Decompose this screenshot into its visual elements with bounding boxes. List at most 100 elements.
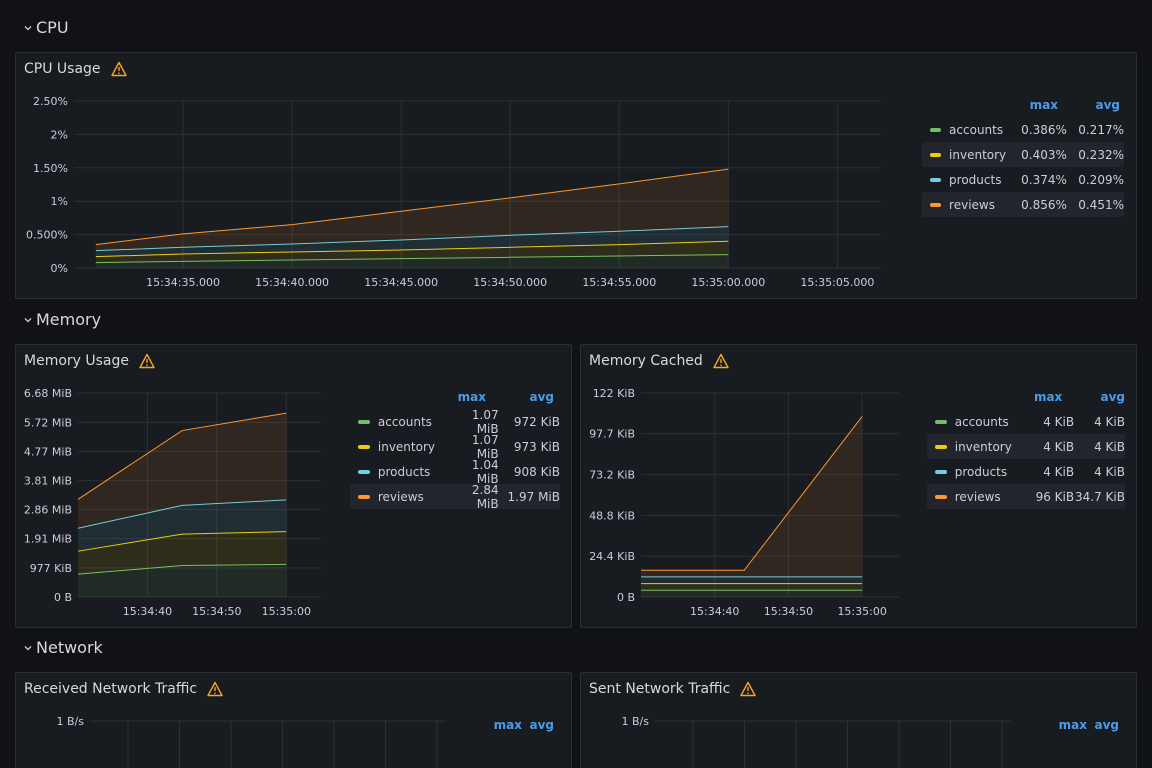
series-swatch xyxy=(930,152,942,157)
series-area-accounts xyxy=(641,590,863,597)
row-title-memory: Memory xyxy=(36,310,102,329)
legend-series-name: products xyxy=(949,172,1002,187)
y-tick-label: 73.2 KiB xyxy=(589,469,635,482)
y-tick-label: 1 B/s xyxy=(57,715,85,728)
legend-header-max[interactable]: max xyxy=(1000,390,1062,404)
series-swatch xyxy=(358,444,370,449)
series-swatch xyxy=(935,469,947,474)
chevron-down-icon xyxy=(24,317,32,322)
legend-header-avg[interactable]: avg xyxy=(486,390,554,404)
y-tick-label: 4.77 MiB xyxy=(24,445,72,458)
cpu-usage-chart[interactable]: 0% 0.500% 1% 1.50% 2% 2.50% 15:34:35.000 15:34:… xyxy=(16,53,916,299)
chevron-down-icon xyxy=(24,645,32,650)
series-swatch xyxy=(930,127,942,132)
y-tick-label: 5.72 MiB xyxy=(24,416,72,429)
y-tick-label: 1.91 MiB xyxy=(24,533,72,546)
x-tick-label: 15:35:05.000 xyxy=(800,276,874,289)
legend-series-name: accounts xyxy=(377,414,432,429)
row-toggle-network[interactable]: Network xyxy=(24,638,103,657)
x-tick-label: 15:34:55.000 xyxy=(582,276,656,289)
y-tick-label: 48.8 KiB xyxy=(589,509,635,522)
legend-header-avg[interactable]: avg xyxy=(522,718,554,732)
received-network-legend: max avg xyxy=(490,713,560,737)
x-tick-label: 15:34:50 xyxy=(192,605,241,618)
legend-item-reviews[interactable]: reviews 2.84 MiB 1.97 MiB xyxy=(350,483,560,511)
cpu-legend: max avg accounts 0.386% 0.217% inventory 0.4… xyxy=(922,93,1124,217)
legend-item-accounts[interactable]: accounts 4 KiB 4 KiB xyxy=(927,409,1125,434)
x-tick-label: 15:34:35.000 xyxy=(146,276,220,289)
y-tick-label: 0.500% xyxy=(26,229,68,242)
legend-avg: 0.232% xyxy=(1078,147,1124,162)
panel-memory-cached: Memory Cached 0 B 24.4 KiB 48.8 KiB 73.2 Ki… xyxy=(580,344,1137,628)
received-network-chart[interactable]: 1 B/s xyxy=(16,673,456,768)
series-swatch xyxy=(935,419,947,424)
y-tick-label: 0 B xyxy=(54,591,72,604)
legend-max: 4 KiB xyxy=(1043,439,1075,454)
legend-item-products[interactable]: products 0.374% 0.209% xyxy=(922,167,1124,192)
series-swatch xyxy=(358,419,370,424)
row-toggle-cpu[interactable]: CPU xyxy=(24,18,69,37)
x-tick-label: 15:34:40.000 xyxy=(255,276,329,289)
x-tick-label: 15:34:50 xyxy=(764,605,813,618)
y-tick-label: 2% xyxy=(51,128,68,141)
y-tick-label: 3.81 MiB xyxy=(24,475,72,488)
legend-item-products[interactable]: products 4 KiB 4 KiB xyxy=(927,459,1125,484)
legend-item-reviews[interactable]: reviews 0.856% 0.451% xyxy=(922,192,1124,217)
legend-series-name: inventory xyxy=(954,439,1012,454)
legend-avg: 4 KiB xyxy=(1094,414,1125,429)
memory-cached-chart[interactable]: 0 B 24.4 KiB 48.8 KiB 73.2 KiB 97.7 KiB 122 K… xyxy=(581,345,916,628)
x-tick-label: 15:34:45.000 xyxy=(364,276,438,289)
legend-header-max[interactable]: max xyxy=(490,718,522,732)
legend-max: 4 KiB xyxy=(1043,414,1075,429)
legend-item-accounts[interactable]: accounts 1.07 MiB 972 KiB xyxy=(350,407,560,436)
memory-usage-chart[interactable]: 0 B 977 KiB 1.91 MiB 2.86 MiB 3.81 MiB 4.77 M… xyxy=(16,345,346,628)
row-title-network: Network xyxy=(36,638,103,657)
legend-max: 1.04 MiB xyxy=(471,457,499,486)
legend-max: 1.07 MiB xyxy=(471,407,499,436)
series-swatch xyxy=(358,494,370,499)
legend-series-name: products xyxy=(377,464,431,479)
legend-max: 0.386% xyxy=(1021,122,1067,137)
legend-header-max[interactable]: max xyxy=(424,390,486,404)
row-title-cpu: CPU xyxy=(36,18,69,37)
y-tick-label: 122 KiB xyxy=(593,387,635,400)
y-tick-label: 2.50% xyxy=(33,95,68,108)
x-tick-label: 15:35:00 xyxy=(262,605,311,618)
legend-item-inventory[interactable]: inventory 0.403% 0.232% xyxy=(922,142,1124,167)
legend-item-products[interactable]: products 1.04 MiB 908 KiB xyxy=(350,457,560,486)
legend-avg: 908 KiB xyxy=(513,464,560,479)
series-area-inventory xyxy=(641,583,863,591)
x-tick-label: 15:34:40 xyxy=(123,605,172,618)
y-tick-label: 6.68 MiB xyxy=(24,387,72,400)
legend-header-avg[interactable]: avg xyxy=(1058,98,1120,112)
y-tick-label: 1.50% xyxy=(33,162,68,175)
legend-header-max[interactable]: max xyxy=(1055,718,1087,732)
legend-header-max[interactable]: max xyxy=(996,98,1058,112)
row-toggle-memory[interactable]: Memory xyxy=(24,310,101,329)
y-tick-label: 97.7 KiB xyxy=(589,428,635,441)
legend-avg: 972 KiB xyxy=(513,414,560,429)
panel-sent-network: Sent Network Traffic 1 B/s max avg xyxy=(580,672,1137,768)
panel-memory-usage: Memory Usage 0 B 977 KiB 1.91 MiB 2.86 MiB 3… xyxy=(15,344,572,628)
legend-series-name: inventory xyxy=(377,439,435,454)
legend-avg: 1.97 MiB xyxy=(507,489,560,504)
y-tick-label: 977 KiB xyxy=(30,562,72,575)
legend-item-reviews[interactable]: reviews 96 KiB 34.7 KiB xyxy=(927,484,1125,509)
legend-item-accounts[interactable]: accounts 0.386% 0.217% xyxy=(922,117,1124,142)
x-tick-label: 15:35:00.000 xyxy=(691,276,765,289)
legend-series-name: products xyxy=(954,464,1008,479)
series-swatch xyxy=(358,469,370,474)
legend-item-inventory[interactable]: inventory 1.07 MiB 973 KiB xyxy=(350,433,560,461)
sent-network-legend: max avg xyxy=(1055,713,1125,737)
legend-series-name: accounts xyxy=(954,414,1009,429)
legend-series-name: reviews xyxy=(954,489,1001,504)
legend-header-avg[interactable]: avg xyxy=(1062,390,1126,404)
x-tick-label: 15:34:50.000 xyxy=(473,276,547,289)
legend-header-avg[interactable]: avg xyxy=(1087,718,1119,732)
legend-series-name: inventory xyxy=(949,147,1007,162)
y-tick-label: 24.4 KiB xyxy=(589,550,635,563)
sent-network-chart[interactable]: 1 B/s xyxy=(581,673,1021,768)
legend-item-inventory[interactable]: inventory 4 KiB 4 KiB xyxy=(927,434,1125,459)
x-tick-label: 15:35:00 xyxy=(837,605,886,618)
y-tick-label: 1 B/s xyxy=(622,715,650,728)
